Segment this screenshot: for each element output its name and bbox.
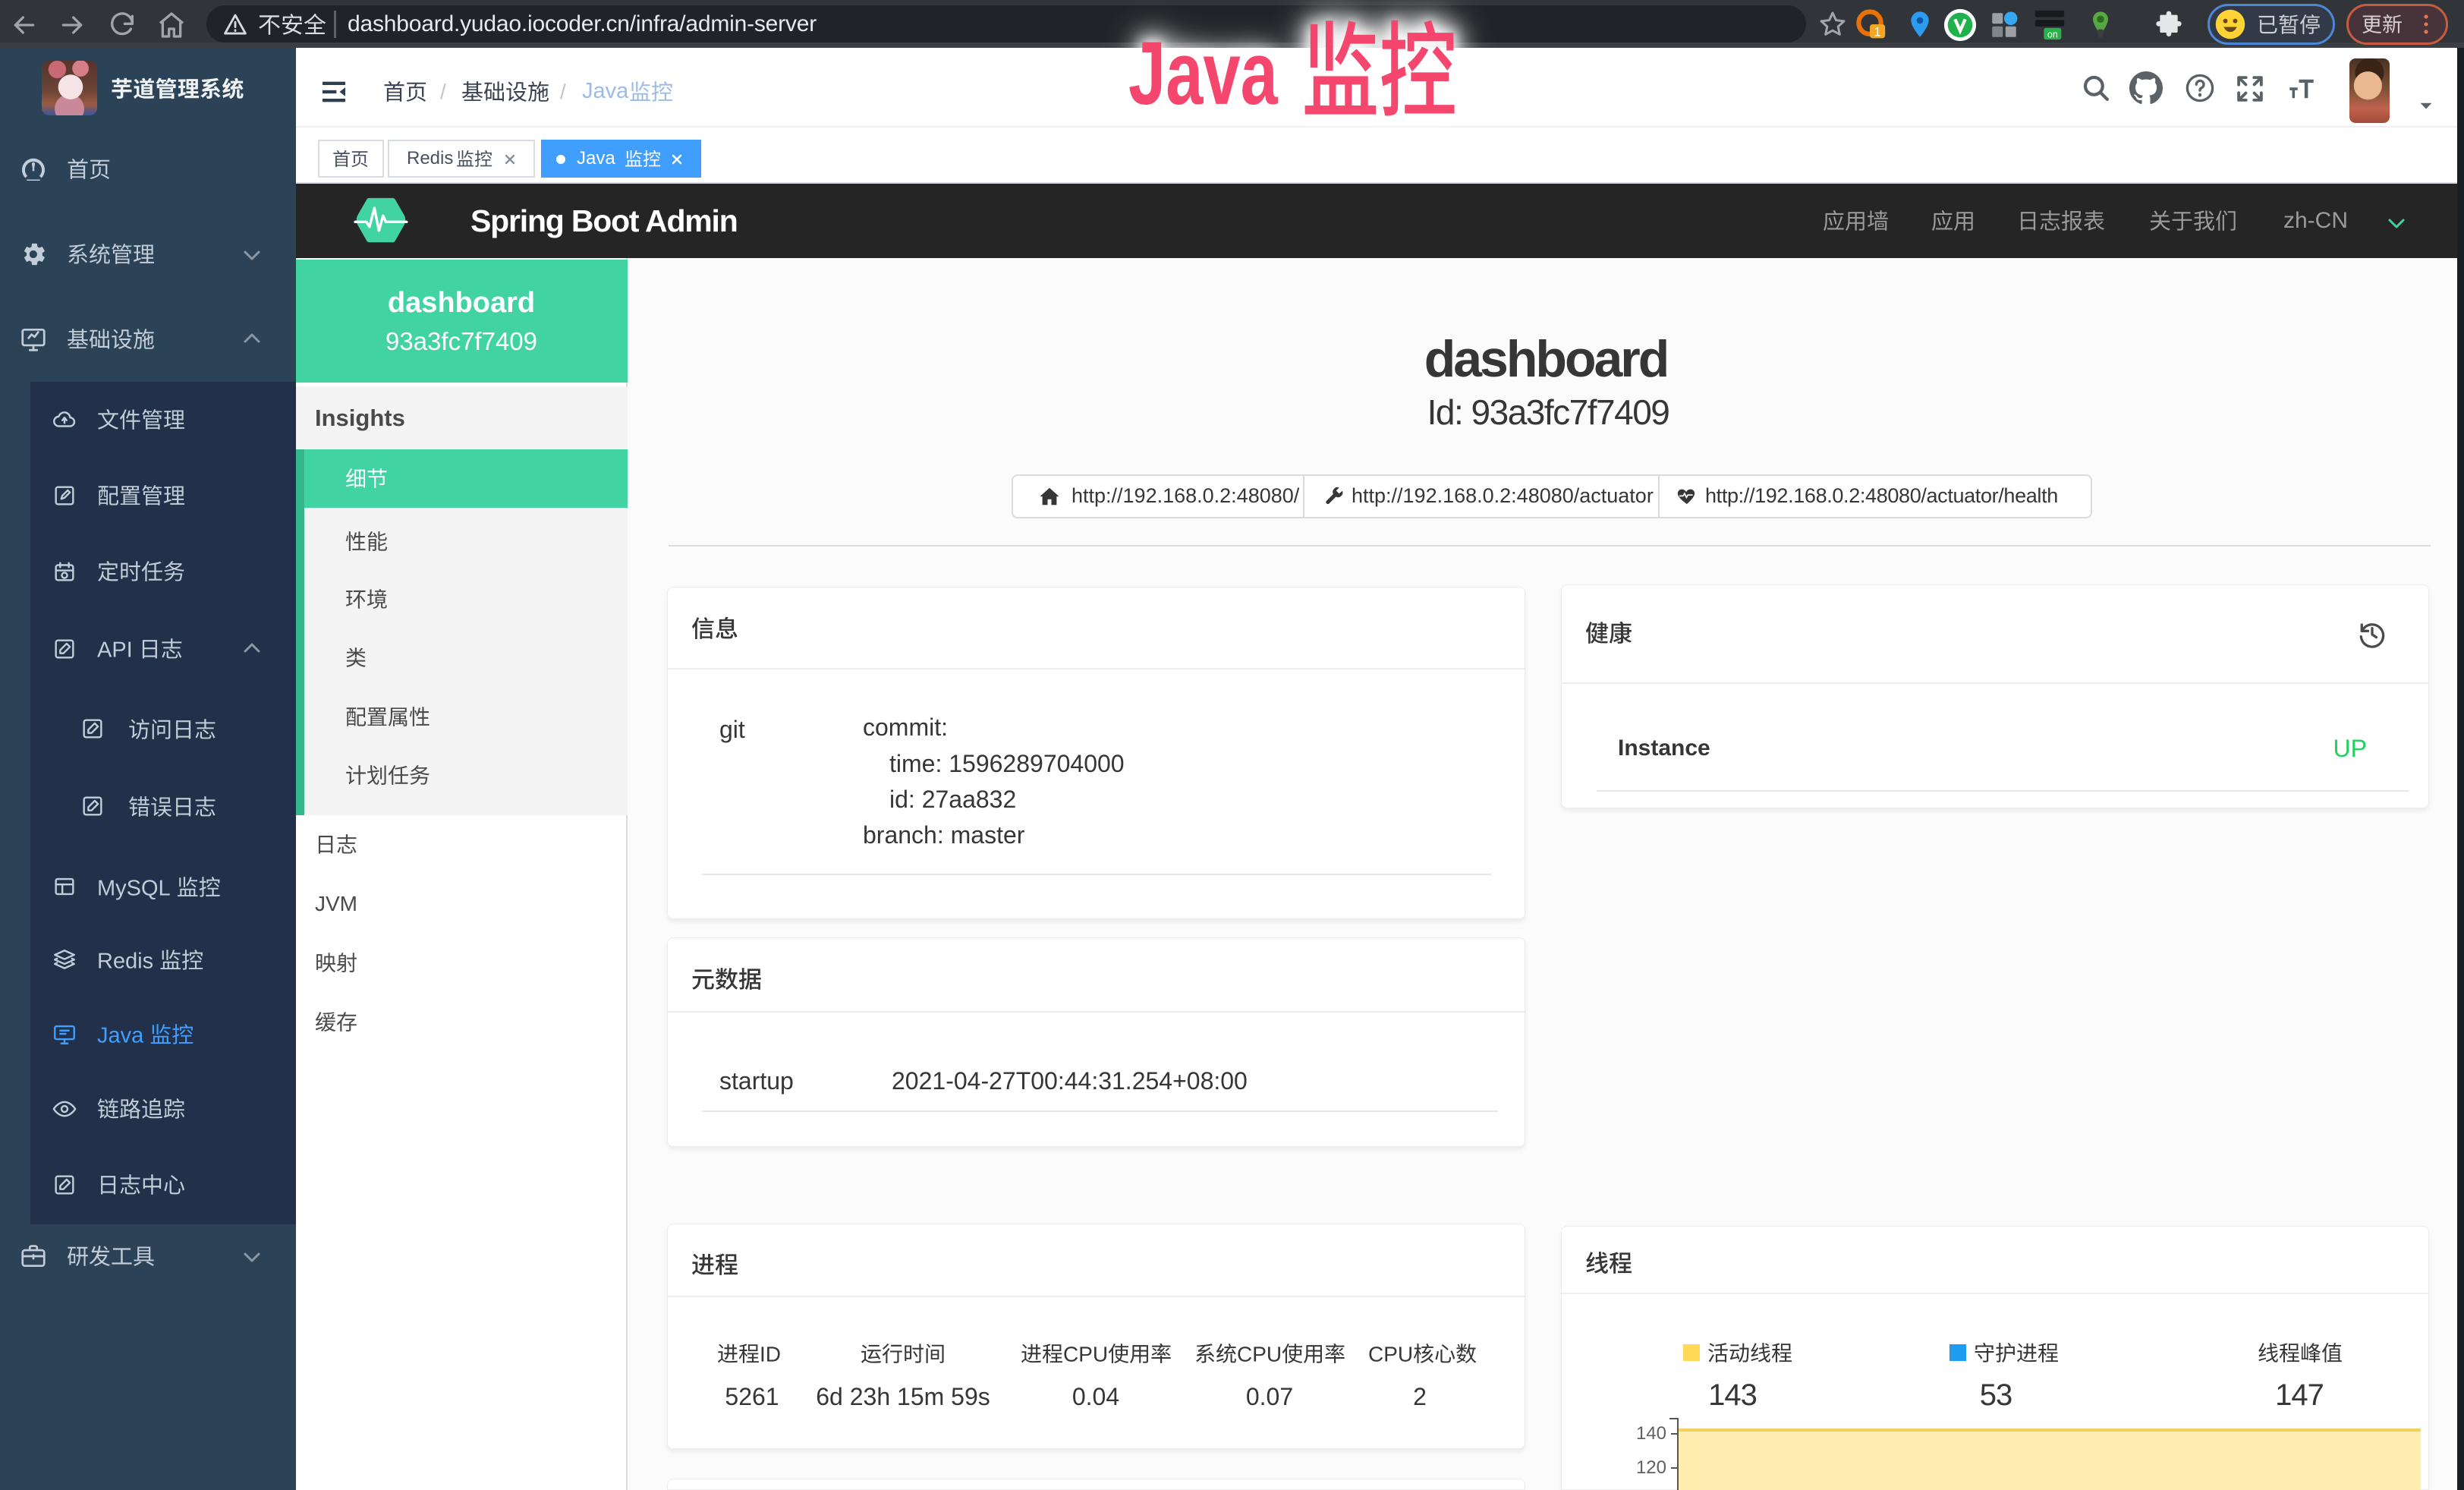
svg-text:on: on bbox=[2047, 29, 2058, 39]
svg-text:1: 1 bbox=[1874, 26, 1880, 39]
